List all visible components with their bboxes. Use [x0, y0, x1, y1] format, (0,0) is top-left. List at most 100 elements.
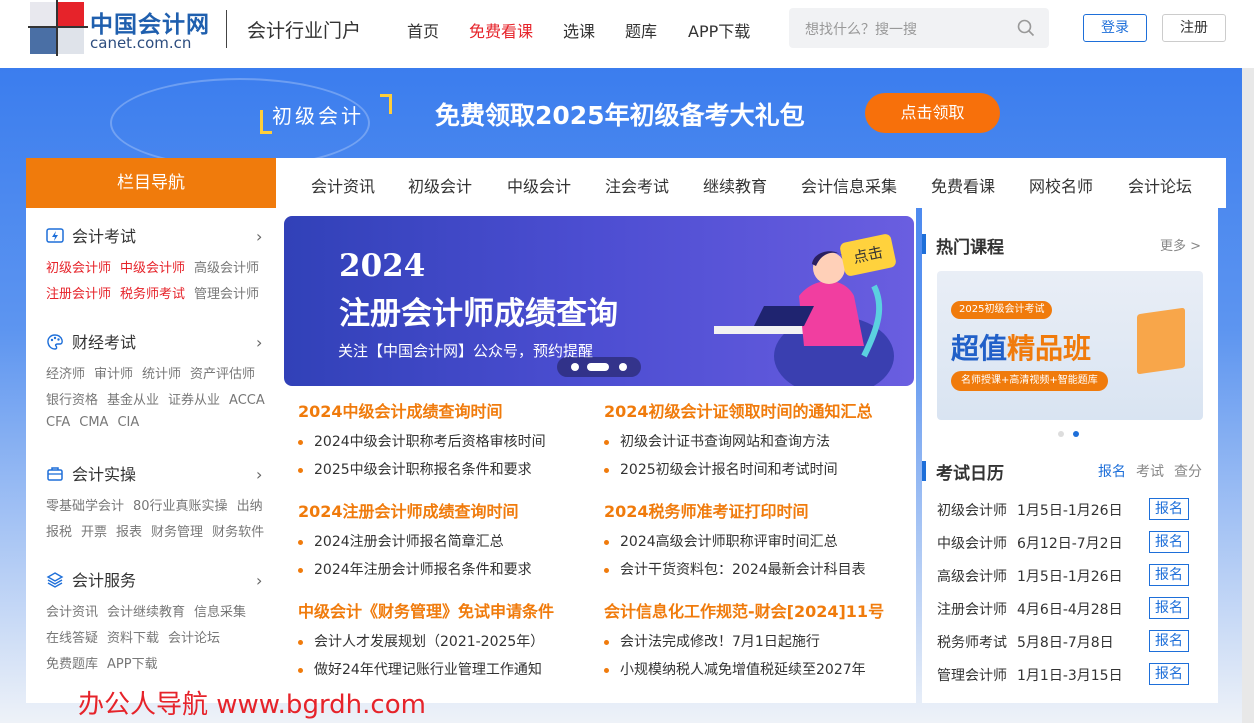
more-link[interactable]: 更多 > [1160, 235, 1201, 254]
search-input[interactable]: 想找什么？搜一搜 [805, 19, 917, 39]
sidebar-link[interactable]: CMA [79, 415, 108, 430]
nav-select-course[interactable]: 选课 [563, 18, 595, 42]
category-tab[interactable]: 免费看课 [931, 173, 995, 197]
sidebar-link[interactable]: 在线答疑 [46, 631, 98, 646]
chevron-right-icon[interactable]: › [256, 225, 262, 249]
logo-subtitle[interactable]: canet.com.cn [90, 34, 191, 52]
sidebar-link[interactable]: 初级会计师 [46, 261, 111, 276]
promo-dot[interactable] [1058, 431, 1064, 437]
banner-title[interactable]: 免费领取2025年初级备考大礼包 [435, 96, 805, 132]
carousel-banner[interactable]: 点击 2024 注册会计师成绩查询 关注【中国会计网】公众号，预约提醒 [284, 216, 914, 386]
carousel-dot[interactable] [619, 363, 627, 371]
tab-exam[interactable]: 考试 [1136, 461, 1164, 481]
sidebar-link[interactable]: 信息采集 [194, 605, 246, 620]
category-tab[interactable]: 会计论坛 [1128, 173, 1192, 197]
nav-question-bank[interactable]: 题库 [625, 18, 657, 42]
sidebar-link[interactable]: 银行资格 [46, 393, 98, 408]
news-item[interactable]: 会计干货资料包：2024最新会计科目表 [604, 556, 866, 584]
sidebar-link[interactable]: 高级会计师 [194, 261, 259, 276]
sidebar-link[interactable]: CIA [117, 415, 139, 430]
carousel-dot-active[interactable] [587, 363, 609, 371]
news-item[interactable]: 初级会计证书查询网站和查询方法 [604, 428, 873, 456]
chevron-right-icon[interactable]: › [256, 331, 262, 355]
carousel-dot[interactable] [571, 363, 579, 371]
sidebar-link[interactable]: 经济师 [46, 367, 85, 382]
tab-register[interactable]: 报名 [1098, 461, 1126, 481]
news-item[interactable]: 会计法完成修改！7月1日起施行 [604, 628, 884, 656]
banner-tag-text: 初级会计 [272, 104, 364, 128]
sidebar-link[interactable]: 会计资讯 [46, 605, 98, 620]
news-headline[interactable]: 会计信息化工作规范-财会[2024]11号 [604, 600, 884, 624]
sidebar-link[interactable]: 中级会计师 [120, 261, 185, 276]
claim-button[interactable]: 点击领取 [865, 93, 1000, 133]
news-headline[interactable]: 2024中级会计成绩查询时间 [298, 400, 546, 424]
sidebar-link[interactable]: 出纳 [237, 499, 263, 514]
sidebar-link[interactable]: 零基础学会计 [46, 499, 124, 514]
nav-home[interactable]: 首页 [407, 18, 439, 42]
search-icon[interactable] [1017, 19, 1035, 37]
news-headline[interactable]: 中级会计《财务管理》免试申请条件 [298, 600, 554, 624]
sidebar-link[interactable]: CFA [46, 415, 70, 430]
news-item[interactable]: 做好24年代理记账行业管理工作通知 [298, 656, 554, 684]
register-exam-button[interactable]: 报名 [1149, 531, 1189, 553]
course-promo-card[interactable]: 2025初级会计考试 超值精品班 名师授课+高清视频+智能题库 [937, 271, 1203, 420]
category-tab[interactable]: 会计信息采集 [801, 173, 897, 197]
sidebar-link[interactable]: 证券从业 [168, 393, 220, 408]
news-headline[interactable]: 2024注册会计师成绩查询时间 [298, 500, 532, 524]
sidebar-link[interactable]: 资产评估师 [190, 367, 255, 382]
sidebar-link[interactable]: ACCA [229, 393, 265, 408]
sidebar-link[interactable]: 审计师 [94, 367, 133, 382]
register-exam-button[interactable]: 报名 [1149, 597, 1189, 619]
sidebar-link[interactable]: APP下载 [107, 657, 158, 672]
news-item[interactable]: 2024注册会计师报名简章汇总 [298, 528, 532, 556]
news-item[interactable]: 会计人才发展规划（2021-2025年） [298, 628, 554, 656]
news-headline[interactable]: 2024税务师准考证打印时间 [604, 500, 866, 524]
sidebar-link[interactable]: 报表 [116, 525, 142, 540]
category-tab[interactable]: 网校名师 [1029, 173, 1093, 197]
category-tab[interactable]: 继续教育 [703, 173, 767, 197]
register-exam-button[interactable]: 报名 [1149, 498, 1189, 520]
category-tab[interactable]: 注会考试 [605, 173, 669, 197]
news-item[interactable]: 2025初级会计报名时间和考试时间 [604, 456, 873, 484]
nav-app-download[interactable]: APP下载 [688, 18, 750, 42]
news-item[interactable]: 小规模纳税人减免增值税延续至2027年 [604, 656, 884, 684]
lightning-icon [46, 228, 64, 243]
sidebar: 会计考试 › 初级会计师 中级会计师 高级会计师 注册会计师 税务师考试 管理会计师 财… [26, 208, 276, 703]
sidebar-link[interactable]: 统计师 [142, 367, 181, 382]
category-tab[interactable]: 初级会计 [408, 173, 472, 197]
sidebar-link[interactable]: 资料下载 [107, 631, 159, 646]
sidebar-link[interactable]: 税务师考试 [120, 287, 185, 302]
sidebar-link[interactable]: 管理会计师 [194, 287, 259, 302]
scrollbar[interactable] [1242, 68, 1254, 723]
news-item[interactable]: 2024高级会计师职称评审时间汇总 [604, 528, 866, 556]
nav-free-courses[interactable]: 免费看课 [469, 18, 533, 42]
sidebar-link[interactable]: 80行业真账实操 [133, 499, 228, 514]
chevron-right-icon[interactable]: › [256, 569, 262, 593]
news-item[interactable]: 2024中级会计职称考后资格审核时间 [298, 428, 546, 456]
sidebar-link[interactable]: 财务软件 [212, 525, 264, 540]
register-exam-button[interactable]: 报名 [1149, 663, 1189, 685]
category-tab[interactable]: 中级会计 [507, 173, 571, 197]
sidebar-link[interactable]: 财务管理 [151, 525, 203, 540]
category-tab[interactable]: 会计资讯 [311, 173, 375, 197]
promo-dot-active[interactable] [1073, 431, 1079, 437]
sidebar-link[interactable]: 注册会计师 [46, 287, 111, 302]
sidebar-link[interactable]: 免费题库 [46, 657, 98, 672]
chevron-right-icon[interactable]: › [256, 463, 262, 487]
login-button[interactable]: 登录 [1083, 14, 1147, 42]
news-item[interactable]: 2025中级会计职称报名条件和要求 [298, 456, 546, 484]
register-exam-button[interactable]: 报名 [1149, 564, 1189, 586]
sidebar-link[interactable]: 开票 [81, 525, 107, 540]
search-box[interactable]: 想找什么？搜一搜 [789, 8, 1049, 48]
sidebar-link[interactable]: 报税 [46, 525, 72, 540]
register-exam-button[interactable]: 报名 [1149, 630, 1189, 652]
news-headline[interactable]: 2024初级会计证领取时间的通知汇总 [604, 400, 873, 424]
sidebar-link[interactable]: 会计继续教育 [107, 605, 185, 620]
tab-score[interactable]: 查分 [1174, 461, 1202, 481]
sidebar-link[interactable]: 基金从业 [107, 393, 159, 408]
logo-icon[interactable] [28, 0, 88, 56]
news-item[interactable]: 2024年注册会计师报名条件和要求 [298, 556, 532, 584]
register-button[interactable]: 注册 [1162, 14, 1226, 42]
calendar-row: 中级会计师 6月12日-7月2日 报名 [937, 531, 1189, 553]
sidebar-link[interactable]: 会计论坛 [168, 631, 220, 646]
